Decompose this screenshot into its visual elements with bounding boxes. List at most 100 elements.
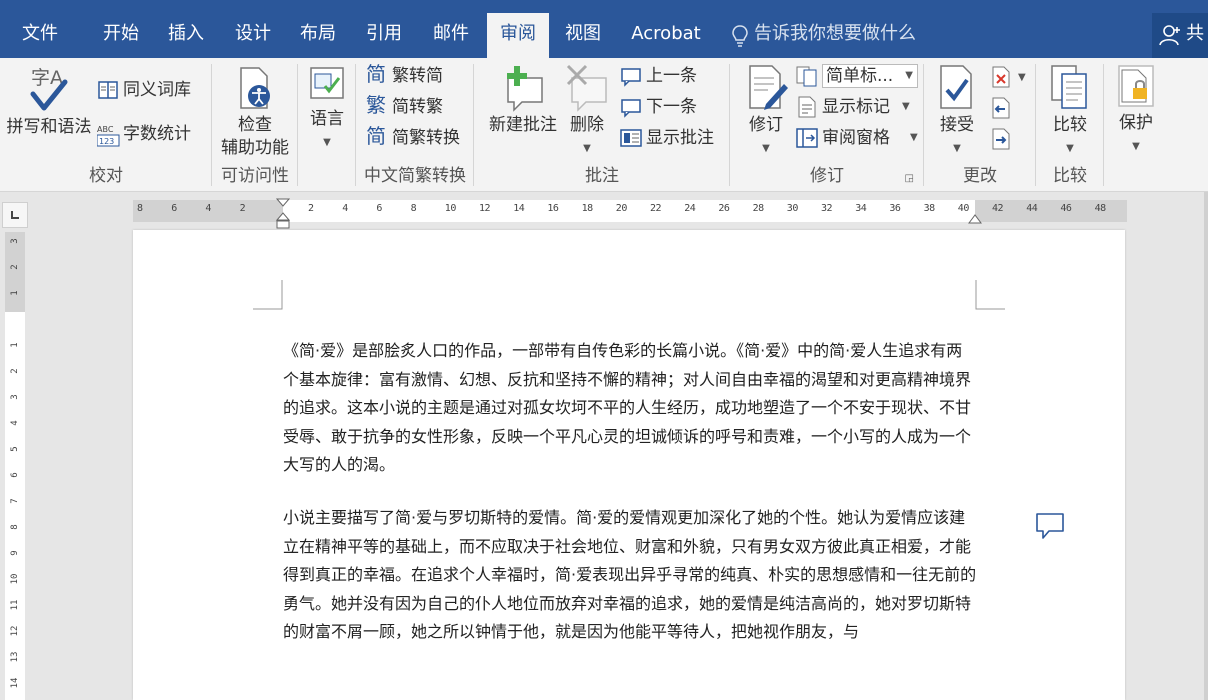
word-count-button[interactable]: ABC 123 字数统计	[97, 120, 209, 148]
group-protect: 保护 ▼	[1104, 58, 1168, 192]
group-proofing: 字A 拼写和语法 同义词库 ABC 123 字数统计 校对	[0, 58, 212, 192]
next-change-icon[interactable]	[990, 128, 1012, 150]
ruler-tick-label: 2	[308, 203, 314, 214]
tab-references[interactable]: 引用	[353, 13, 415, 58]
ribbon: 字A 拼写和语法 同义词库 ABC 123 字数统计 校对 检查 辅助功能 可访…	[0, 58, 1208, 192]
tab-stop-selector[interactable]	[2, 202, 28, 228]
book-icon	[98, 81, 118, 99]
group-label-accessibility: 可访问性	[221, 166, 289, 186]
delete-comment-button[interactable]: 删除 ▼	[562, 64, 612, 160]
vertical-scrollbar[interactable]	[1204, 192, 1208, 700]
spelling-grammar-label: 拼写和语法	[6, 117, 92, 137]
show-comments-label: 显示批注	[646, 128, 714, 148]
thesaurus-button[interactable]: 同义词库	[97, 76, 209, 104]
ruler-tick-label: 10	[444, 203, 457, 214]
reviewing-pane-button[interactable]: 审阅窗格 ▼	[796, 124, 920, 152]
vertical-ruler[interactable]: 3 2 1 1 2 3 4 5 6 7 8 9 10 11 12 13 14	[5, 232, 25, 700]
horizontal-ruler[interactable]: 8 6 4 2 2 4 6 8 10 12 14 16 18 20 22 24 26 28 30 32 34 36 38 40…	[133, 198, 1127, 229]
vertical-ruler-tick-label: 9	[10, 550, 20, 556]
reviewing-pane-icon	[796, 128, 818, 148]
compare-button[interactable]: 比较 ▼	[1042, 64, 1098, 160]
ruler-tick-label: 8	[410, 203, 417, 214]
zi-a-glyph: 字A	[31, 67, 63, 89]
ruler-tick-label: 22	[650, 203, 662, 214]
ruler-tick-label: 26	[718, 203, 730, 214]
previous-change-icon[interactable]	[990, 97, 1012, 119]
margin-corner-top-left	[253, 280, 283, 310]
tell-me-search[interactable]: 告诉我你想要做什么	[728, 13, 916, 58]
left-tab-icon	[11, 211, 19, 219]
tab-home[interactable]: 开始	[90, 13, 152, 58]
ruler-tick-label: 48	[1094, 203, 1107, 214]
document-area: 8 6 4 2 2 4 6 8 10 12 14 16 18 20 22 24 26 28 30 32 34 36 38 40…	[0, 192, 1208, 700]
vertical-ruler-tick-label: 2	[10, 264, 20, 270]
chevron-down-icon: ▼	[1066, 143, 1074, 154]
language-icon	[310, 67, 344, 99]
markup-select-box[interactable]: 简单标... ▼	[822, 64, 918, 88]
tab-acrobat[interactable]: Acrobat	[620, 13, 712, 58]
tab-file[interactable]: 文件	[8, 13, 72, 58]
simplified-glyph-icon: 简	[366, 62, 386, 86]
group-comments: 新建批注 删除 ▼ 上一条 下一条 显示批注 批注	[474, 58, 730, 192]
ruler-tick-label: 8	[137, 203, 143, 214]
margin-corner-top-right	[975, 280, 1005, 310]
right-indent-marker-icon[interactable]	[968, 212, 982, 224]
markup-select-value: 简单标...	[826, 66, 894, 86]
ruler-tick-label: 36	[889, 203, 901, 214]
vertical-ruler-tick-label: 3	[10, 394, 20, 400]
track-changes-icon	[749, 65, 788, 110]
share-button[interactable]: 共	[1152, 13, 1208, 58]
next-comment-button[interactable]: 下一条	[620, 93, 726, 121]
new-comment-button[interactable]: 新建批注	[480, 64, 566, 137]
spelling-grammar-button[interactable]: 字A 拼写和语法	[2, 64, 96, 139]
next-comment-label: 下一条	[646, 97, 697, 117]
protect-button[interactable]: 保护 ▼	[1108, 64, 1164, 158]
previous-comment-button[interactable]: 上一条	[620, 62, 726, 90]
vertical-ruler-tick-label: 12	[10, 625, 20, 637]
vertical-ruler-tick-label: 1	[10, 342, 20, 348]
reviewing-pane-label: 审阅窗格	[822, 128, 890, 148]
dialog-launcher-icon[interactable]: ◲	[905, 173, 914, 184]
accept-button[interactable]: 接受 ▼	[930, 64, 984, 160]
conversion-button[interactable]: 简 简繁转换	[366, 124, 472, 152]
chevron-down-icon: ▼	[762, 143, 770, 154]
tab-view[interactable]: 视图	[552, 13, 614, 58]
chevron-down-icon[interactable]: ▼	[1018, 72, 1026, 83]
group-chinese-conversion: 简 繁转简 繁 繁转简 简转繁 简 简繁转换 中文简繁转换	[356, 58, 474, 192]
comment-balloon-icon[interactable]	[1035, 512, 1065, 540]
group-label-tracking: 修订	[810, 166, 844, 186]
previous-comment-icon	[621, 68, 641, 87]
reject-change-icon[interactable]	[990, 66, 1012, 88]
ruler-tick-label: 4	[205, 203, 211, 214]
to-simplified-button[interactable]: 简 繁转简	[366, 62, 472, 90]
spelling-check-icon: 字A	[30, 67, 68, 111]
chevron-down-icon: ▼	[910, 132, 918, 143]
ruler-tick-label: 42	[992, 203, 1004, 214]
language-button[interactable]: 语言 ▼	[302, 64, 352, 154]
document-page[interactable]: 《简·爱》是部脍炙人口的作品，一部带有自传色彩的长篇小说。《简·爱》中的简·爱人…	[133, 230, 1125, 700]
chevron-down-icon: ▼	[902, 101, 910, 112]
markup-display-select[interactable]: 简单标... ▼	[796, 62, 920, 90]
chevron-down-icon: ▼	[953, 143, 961, 154]
chevron-down-icon: ▼	[323, 137, 331, 148]
document-paragraph-2[interactable]: 小说主要描写了简·爱与罗切斯特的爱情。简·爱的爱情观更加深化了她的个性。她认为爱…	[283, 504, 978, 647]
word-count-icon: ABC 123	[97, 125, 120, 147]
language-label: 语言	[310, 109, 344, 129]
show-comments-icon	[620, 129, 642, 147]
show-comments-button[interactable]: 显示批注	[620, 124, 730, 152]
tab-mailings[interactable]: 邮件	[420, 13, 482, 58]
track-changes-button[interactable]: 修订 ▼	[738, 64, 794, 160]
tab-design[interactable]: 设计	[222, 13, 284, 58]
tab-insert[interactable]: 插入	[155, 13, 217, 58]
show-markup-button[interactable]: 显示标记 ▼	[796, 93, 920, 121]
document-paragraph-1[interactable]: 《简·爱》是部脍炙人口的作品，一部带有自传色彩的长篇小说。《简·爱》中的简·爱人…	[283, 337, 978, 480]
group-accessibility: 检查 辅助功能 可访问性	[212, 58, 298, 192]
tab-review[interactable]: 审阅	[487, 13, 549, 58]
vertical-ruler-tick-label: 6	[10, 472, 20, 478]
ruler-tick-label: 18	[581, 203, 594, 214]
to-traditional-button[interactable]: 繁 繁转简 简转繁	[366, 93, 472, 121]
accept-label: 接受	[940, 115, 974, 135]
check-accessibility-button[interactable]: 检查 辅助功能	[216, 66, 294, 160]
tab-layout[interactable]: 布局	[287, 13, 349, 58]
indent-marker-icon[interactable]	[276, 198, 290, 234]
